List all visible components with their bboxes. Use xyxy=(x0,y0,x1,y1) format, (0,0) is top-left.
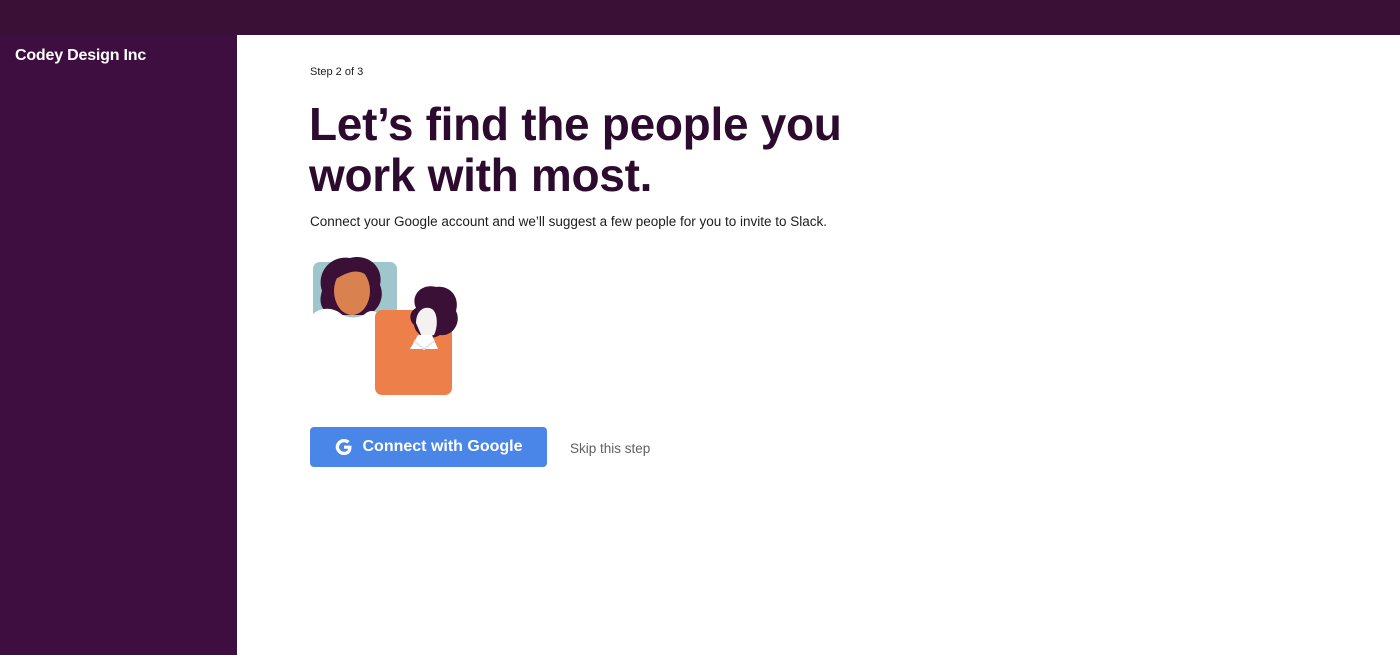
people-illustration xyxy=(312,253,472,399)
step-indicator: Step 2 of 3 xyxy=(310,66,364,78)
top-bar xyxy=(0,0,1400,35)
google-g-icon xyxy=(335,438,353,456)
page-description: Connect your Google account and we’ll su… xyxy=(310,214,828,229)
page-title: Let’s find the people you work with most… xyxy=(309,98,842,201)
main-content: Step 2 of 3 Let’s find the people you wo… xyxy=(237,35,1400,655)
workspace-name[interactable]: Codey Design Inc xyxy=(15,47,146,65)
skip-step-link[interactable]: Skip this step xyxy=(570,441,650,456)
connect-with-google-label: Connect with Google xyxy=(362,438,523,455)
connect-with-google-button[interactable]: Connect with Google xyxy=(310,427,547,467)
sidebar: Codey Design Inc xyxy=(0,35,237,655)
